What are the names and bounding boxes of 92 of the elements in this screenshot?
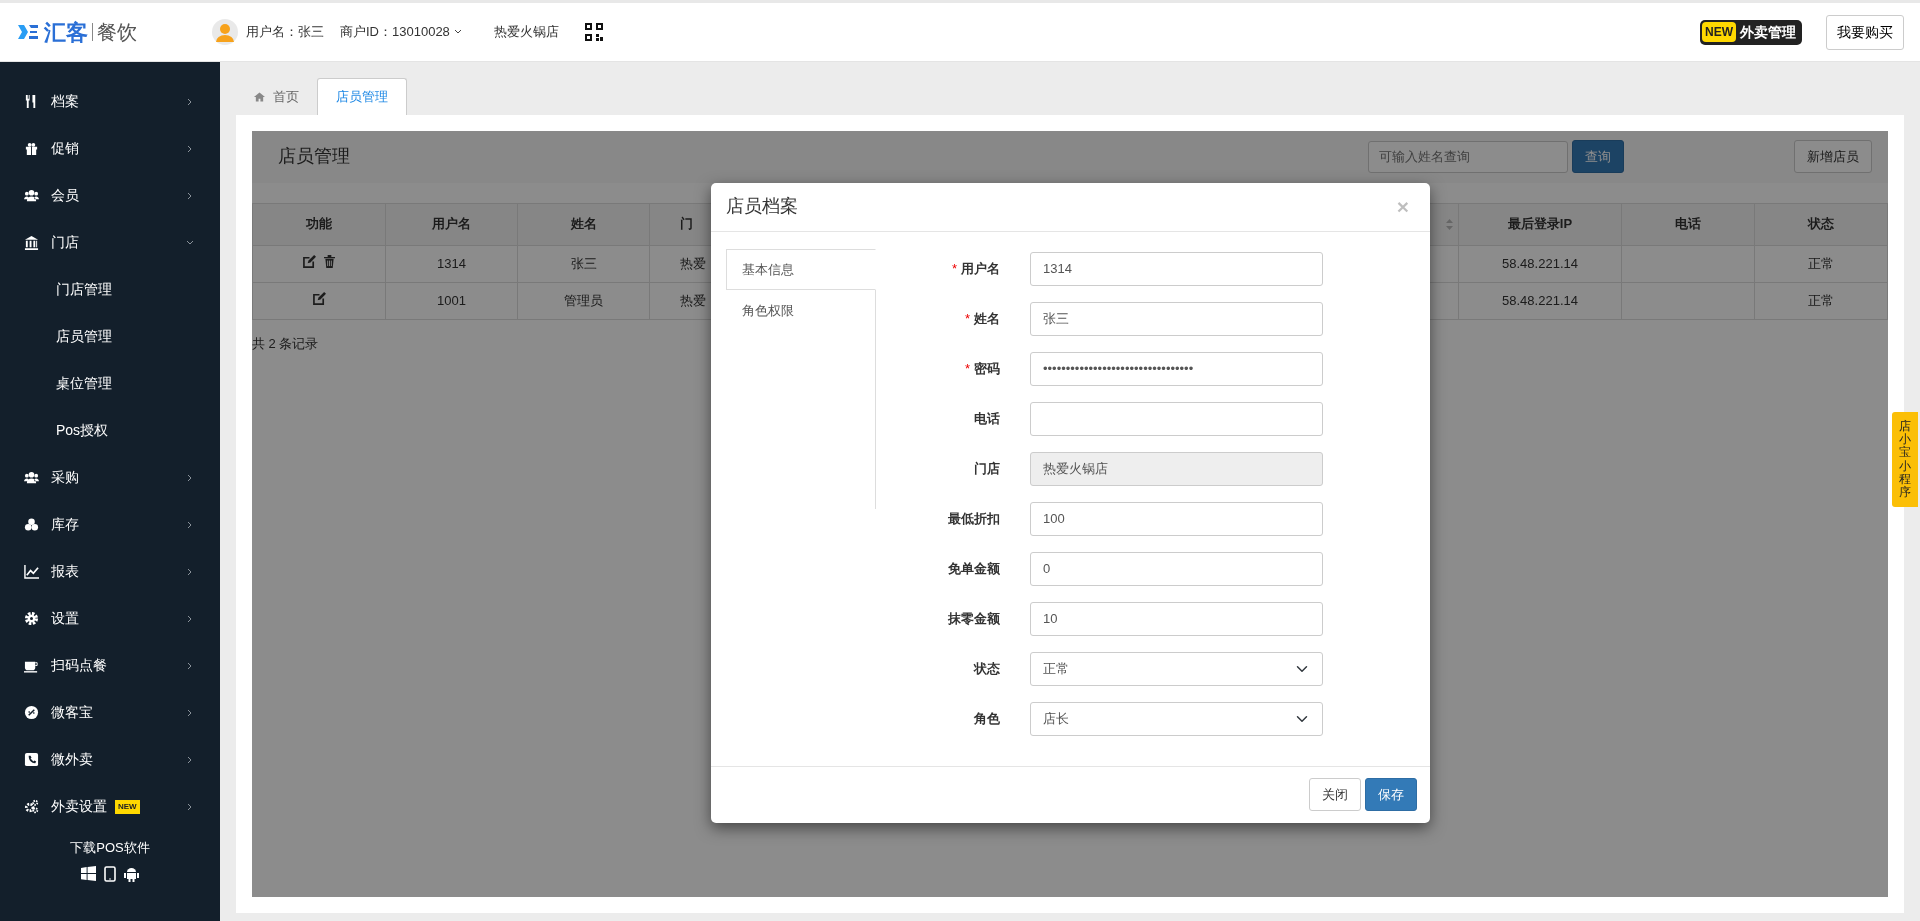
chevron-icon xyxy=(453,29,462,35)
sidebar-item[interactable]: 微外卖 xyxy=(0,736,220,783)
edit-icon[interactable] xyxy=(312,291,326,305)
page-title: 店员管理 xyxy=(278,145,350,168)
line-chart-icon xyxy=(24,564,39,579)
table-cell: 1314 xyxy=(437,255,466,271)
bank-icon xyxy=(24,235,39,250)
table-cell: 热爱 xyxy=(680,292,706,308)
search-field[interactable]: 可输入姓名查询 xyxy=(1368,140,1568,173)
phone-icon xyxy=(24,752,39,767)
save-button[interactable]: 保存 xyxy=(1365,777,1417,812)
store-name: 热爱火锅店 xyxy=(493,23,559,42)
field-label: 抹零金额 xyxy=(948,610,1000,626)
sidebar-subitem[interactable]: 门店管理 xyxy=(56,279,112,300)
input-field[interactable]: 100 xyxy=(1030,501,1323,536)
gift-icon xyxy=(24,141,39,156)
brand-name: 汇客 xyxy=(44,18,88,47)
field-label: 免单金额 xyxy=(948,560,1000,576)
column-header: 用户名 xyxy=(432,216,471,232)
table-cell: 1001 xyxy=(437,292,466,308)
table-cell: 管理员 xyxy=(564,292,603,308)
download-label: 下载POS软件 xyxy=(70,839,150,857)
field-label: * 密码 xyxy=(964,360,1000,376)
sidebar-subitem[interactable]: 店员管理 xyxy=(56,326,112,347)
sidebar-item[interactable]: 微客宝 xyxy=(0,689,220,736)
side-tab[interactable]: 店小宝小程序 xyxy=(1892,412,1918,508)
close-dialog-button[interactable]: 关闭 xyxy=(1309,777,1361,812)
column-header: 状态 xyxy=(1808,216,1834,232)
cubes-icon xyxy=(24,517,39,532)
select-field[interactable]: 店长 xyxy=(1030,701,1323,736)
table-cell: 58.48.221.14 xyxy=(1502,292,1578,308)
qr-code-icon[interactable] xyxy=(584,23,603,41)
sidebar-item[interactable]: 库存 xyxy=(0,501,220,548)
merchant-dropdown[interactable]: 商户ID：13010028 xyxy=(340,22,462,42)
table-cell: 热爱 xyxy=(680,255,706,271)
dialog-tab[interactable]: 角色权限 xyxy=(726,290,875,332)
table-cell: 张三 xyxy=(570,255,597,271)
sidebar-item[interactable]: 档案 xyxy=(0,78,220,125)
sidebar-item[interactable]: 报表 xyxy=(0,548,220,595)
input-field[interactable] xyxy=(1030,401,1323,436)
promo-badge[interactable]: NEW 外卖管理 xyxy=(1700,19,1802,45)
table-cell: 正常 xyxy=(1808,292,1834,308)
windows-icon[interactable] xyxy=(81,866,96,881)
sidebar-subitem[interactable]: Pos授权 xyxy=(56,420,109,441)
table-cell: 58.48.221.14 xyxy=(1502,255,1578,271)
input-field[interactable]: 张三 xyxy=(1030,301,1323,336)
buy-button[interactable]: 我要购买 xyxy=(1826,14,1904,50)
field-label: 最低折扣 xyxy=(948,510,1000,526)
add-staff-button[interactable]: 新增店员 xyxy=(1794,139,1872,174)
dialog-tab[interactable]: 基本信息 xyxy=(726,248,876,290)
table-cell: 正常 xyxy=(1808,255,1834,271)
field-label: * 用户名 xyxy=(951,260,1000,276)
field-label: 门店 xyxy=(974,460,1000,476)
trash-icon[interactable] xyxy=(324,254,335,268)
input-field[interactable]: 1314 xyxy=(1030,251,1323,286)
android-icon[interactable] xyxy=(124,865,139,882)
user-name: 用户名：张三 xyxy=(246,23,324,42)
field-label: 状态 xyxy=(974,660,1000,676)
avatar-icon xyxy=(212,19,238,45)
edit-icon[interactable] xyxy=(303,254,316,268)
sidebar-item[interactable]: 扫码点餐 xyxy=(0,642,220,689)
input-field[interactable]: 10 xyxy=(1030,601,1323,636)
input-field[interactable]: 0 xyxy=(1030,551,1323,586)
gear-icon xyxy=(24,611,39,626)
sidebar-item[interactable]: 采购 xyxy=(0,454,220,501)
column-header: 最后登录IP xyxy=(1507,216,1573,232)
sidebar-item[interactable]: 促销 xyxy=(0,125,220,172)
select-field[interactable]: 正常 xyxy=(1030,651,1323,686)
tab[interactable]: 首页 xyxy=(236,79,317,115)
sidebar-item[interactable]: 设置 xyxy=(0,595,220,642)
field-label: 电话 xyxy=(974,410,1000,426)
sidebar-item[interactable]: 外卖设置 NEW xyxy=(0,783,220,830)
sidebar-subitem[interactable]: 桌位管理 xyxy=(56,373,112,394)
home-icon xyxy=(254,91,265,102)
field-label: 角色 xyxy=(974,710,1000,726)
users-icon xyxy=(24,470,39,485)
product-name: 餐饮 xyxy=(92,23,137,41)
field-label: * 姓名 xyxy=(964,310,1000,326)
dialog-title: 店员档案 xyxy=(726,195,798,218)
column-header: 电话 xyxy=(1675,216,1701,232)
sidebar-item[interactable]: 会员 xyxy=(0,172,220,219)
tab[interactable]: 店员管理 xyxy=(317,78,407,115)
sidebar-item[interactable]: 门店 xyxy=(0,219,220,266)
input-field[interactable]: ••••••••••••••••••••••••••••••••• xyxy=(1030,351,1323,386)
tablet-icon[interactable] xyxy=(104,865,116,882)
column-header: 功能 xyxy=(306,216,332,232)
users-icon xyxy=(24,188,39,203)
column-header: 门 xyxy=(680,216,693,232)
record-count: 共 2 条记录 xyxy=(252,335,319,351)
logo-icon xyxy=(16,22,40,42)
column-header: 姓名 xyxy=(570,216,597,232)
new-badge: NEW xyxy=(115,799,140,814)
